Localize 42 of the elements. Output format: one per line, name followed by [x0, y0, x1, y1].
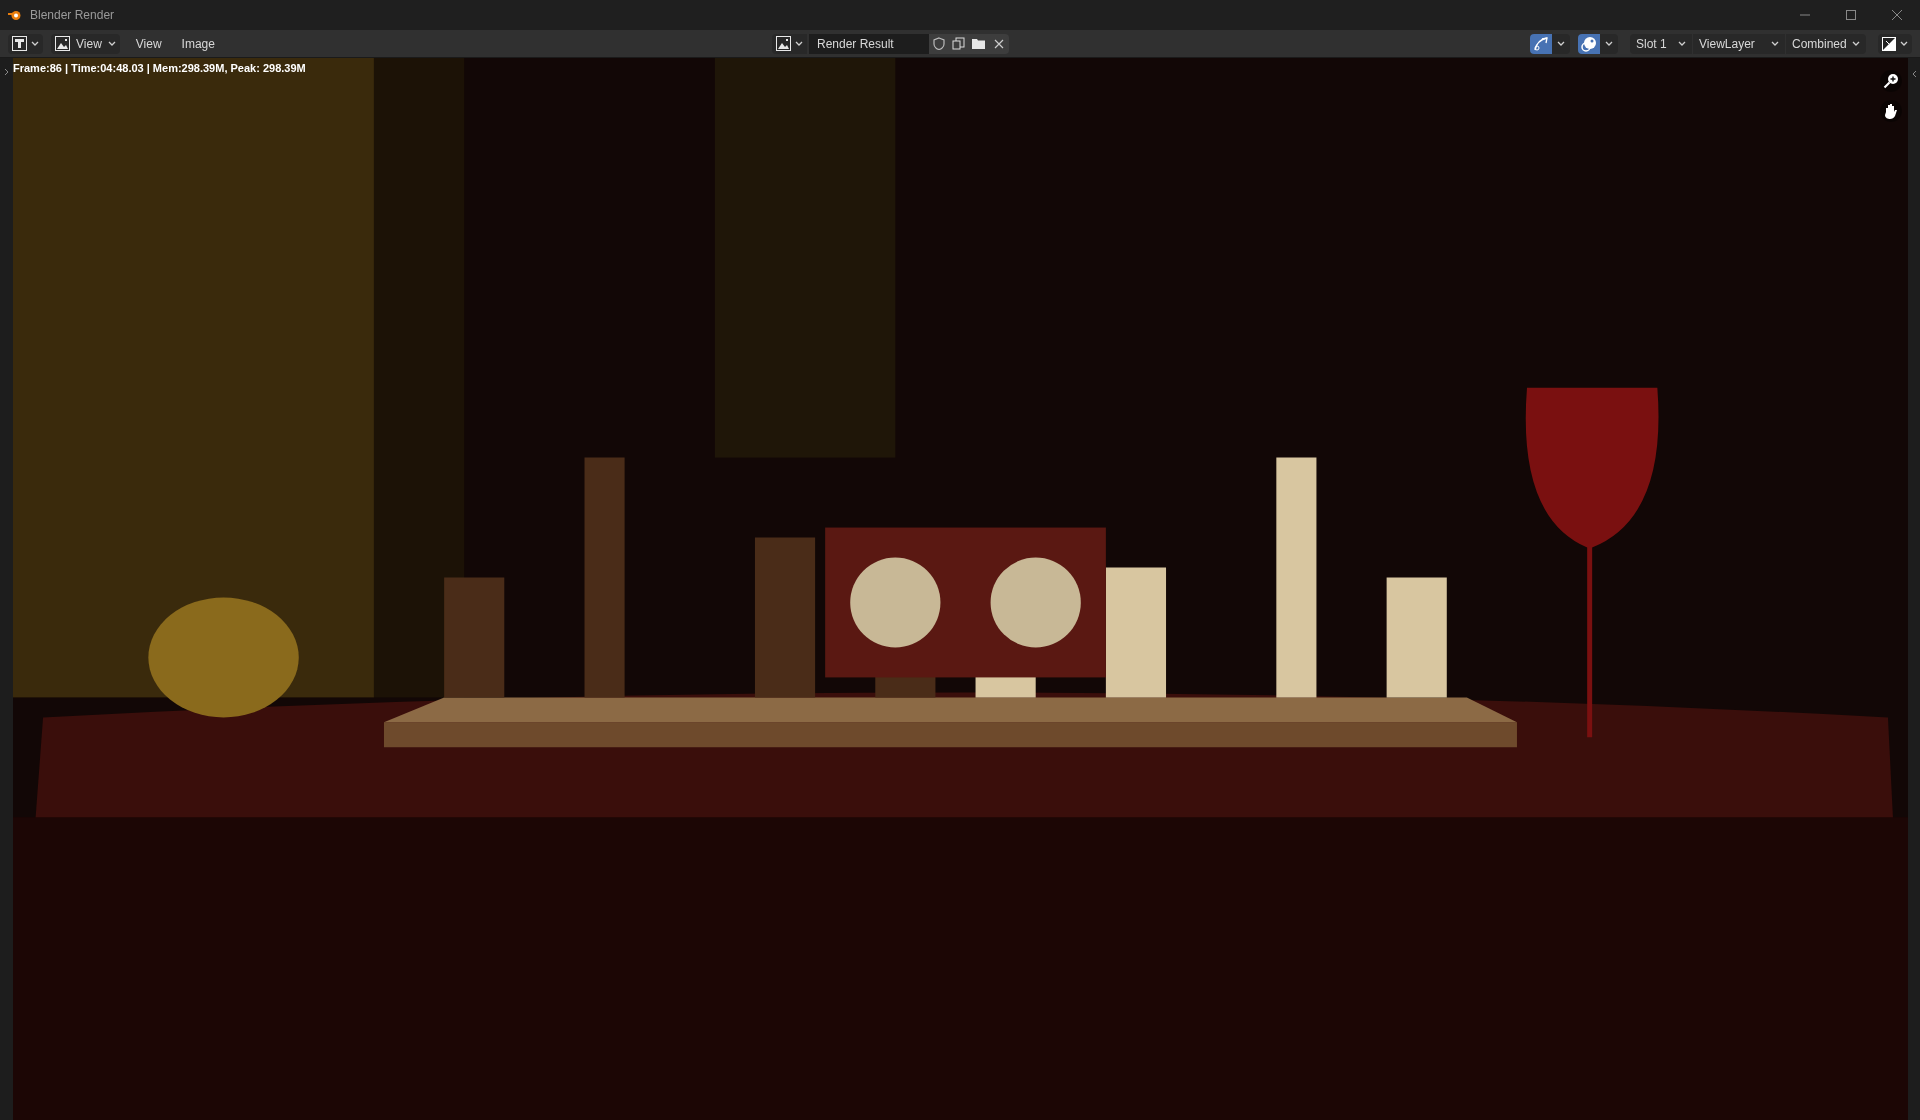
mode-dropdown[interactable]: View — [51, 33, 120, 54]
chevron-down-icon — [1771, 40, 1779, 47]
close-icon — [994, 38, 1004, 49]
chevron-down-icon — [1605, 40, 1613, 47]
overlay-icon — [1581, 35, 1597, 52]
editor-type-button[interactable] — [8, 33, 43, 54]
chevron-down-icon — [1852, 40, 1860, 47]
zoom-button[interactable] — [1880, 70, 1902, 92]
close-icon — [1892, 10, 1902, 20]
window-title: Blender Render — [30, 7, 115, 24]
view-layer-dropdown[interactable]: ViewLayer — [1693, 33, 1785, 54]
image-icon — [55, 36, 70, 51]
hand-icon — [1883, 103, 1899, 119]
chevron-down-icon — [31, 40, 39, 47]
zoom-in-icon — [1883, 73, 1899, 89]
render-pass-dropdown[interactable]: Combined — [1786, 33, 1866, 54]
close-image-button[interactable] — [989, 33, 1009, 54]
image-icon — [776, 36, 791, 51]
channels-icon — [1882, 36, 1896, 51]
gizmo-toggle[interactable] — [1530, 33, 1552, 54]
chevron-down-icon — [795, 40, 803, 47]
slot-dropdown[interactable]: Slot 1 — [1630, 33, 1692, 54]
app-logo-icon — [8, 9, 22, 21]
curve-icon — [1533, 35, 1549, 52]
folder-icon — [972, 38, 986, 49]
overlay-toggle[interactable] — [1578, 33, 1600, 54]
maximize-icon — [1846, 10, 1856, 20]
chevron-down-icon — [1678, 40, 1686, 47]
image-browse-button[interactable] — [772, 33, 807, 54]
shield-icon — [933, 37, 945, 50]
display-channels-button[interactable] — [1878, 33, 1912, 54]
menu-item[interactable]: Image — [173, 33, 223, 54]
chevron-down-icon — [1557, 40, 1565, 47]
render-info-text: Frame:86 | Time:04:48.03 | Mem:298.39M, Peak: 298.39M — [13, 61, 306, 76]
chevron-down-icon — [1900, 40, 1908, 47]
chevron-down-icon — [107, 40, 116, 47]
copy-icon — [952, 37, 966, 50]
image-name-field[interactable]: Render Result — [809, 33, 929, 54]
editor-type-icon — [12, 36, 27, 51]
menu-item[interactable]: View — [127, 33, 170, 54]
fake-user-button[interactable] — [929, 33, 949, 54]
pan-button[interactable] — [1880, 100, 1902, 122]
